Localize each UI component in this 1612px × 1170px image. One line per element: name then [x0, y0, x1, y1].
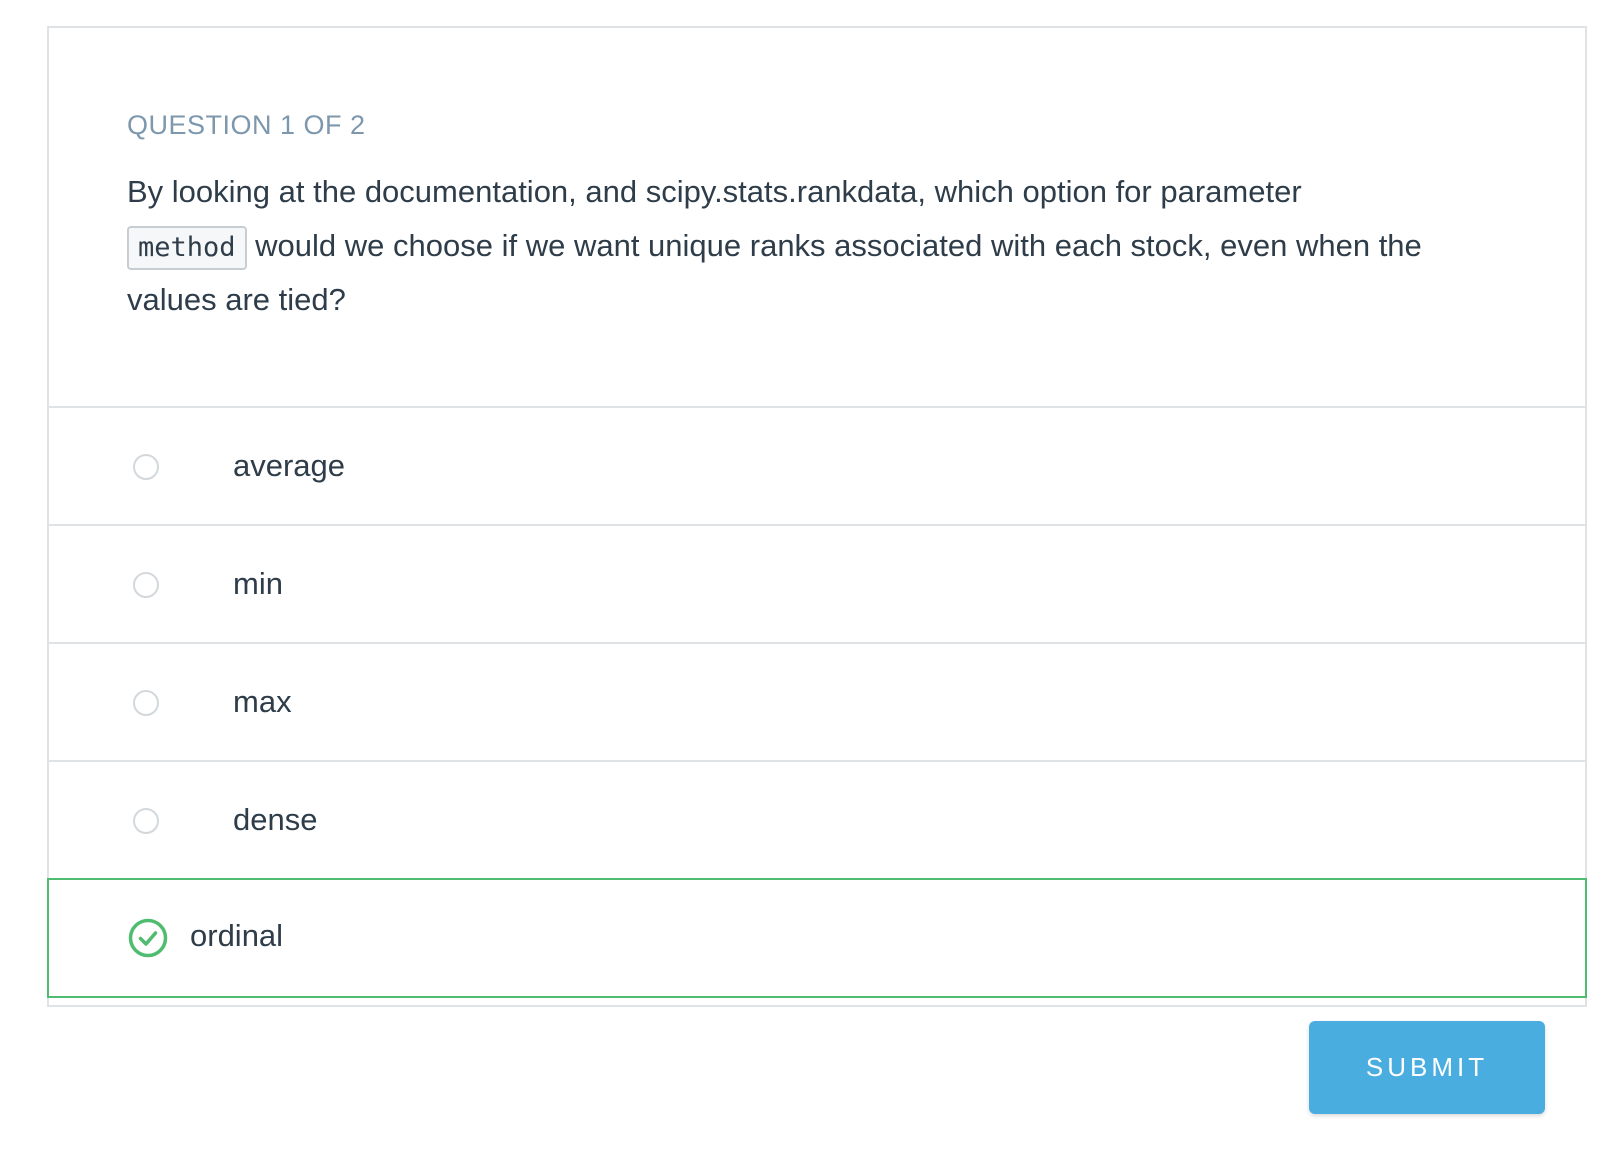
option-label: dense — [233, 802, 318, 837]
option-label: average — [233, 448, 346, 483]
radio-button[interactable] — [133, 572, 159, 598]
question-counter: QUESTION 1 OF 2 — [127, 110, 366, 140]
option-min[interactable]: min — [49, 526, 1585, 644]
question-text: By looking at the documentation, and sci… — [127, 165, 1517, 327]
option-max[interactable]: max — [49, 644, 1585, 762]
code-term: method — [127, 226, 247, 270]
submit-button[interactable]: SUBMIT — [1309, 1021, 1545, 1114]
question-text-part-2: would we choose if we want unique ranks … — [127, 228, 1422, 317]
option-dense[interactable]: dense — [49, 762, 1585, 880]
option-label: min — [233, 566, 283, 601]
option-average[interactable]: average — [49, 408, 1585, 526]
check-circle-icon[interactable] — [128, 918, 168, 958]
option-label: max — [233, 684, 292, 719]
radio-button[interactable] — [133, 808, 159, 834]
radio-button[interactable] — [133, 454, 159, 480]
option-ordinal[interactable]: ordinal — [47, 878, 1587, 998]
quiz-card: QUESTION 1 OF 2 By looking at the docume… — [47, 26, 1587, 1007]
option-label: ordinal — [190, 918, 284, 953]
question-area: QUESTION 1 OF 2 By looking at the docume… — [49, 28, 1585, 408]
radio-button[interactable] — [133, 690, 159, 716]
question-text-part-1: By looking at the documentation, and sci… — [127, 174, 1302, 209]
